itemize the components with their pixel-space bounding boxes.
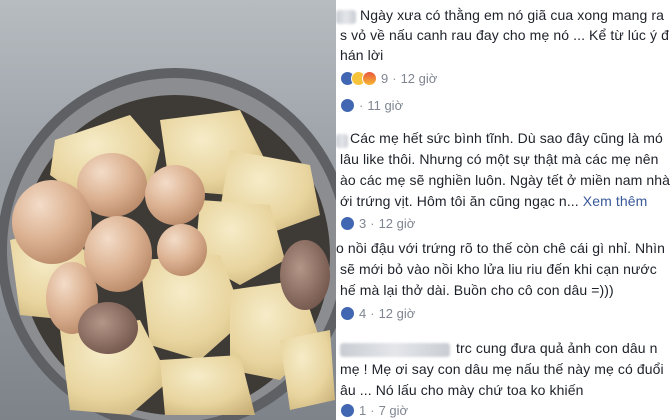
reaction-icons[interactable]	[340, 71, 377, 86]
comment-text: Các mẹ hết sức bình tĩnh. Dù sao đây cũn…	[350, 130, 663, 146]
comment-meta: 3 · 12 giờ	[340, 216, 415, 231]
comment-text: lâu like thôi. Nhưng có một sự thật mà c…	[340, 151, 659, 167]
reaction-count: 9	[381, 71, 389, 86]
commenter-name-blurred	[336, 10, 356, 24]
like-icon	[340, 216, 355, 231]
comment-meta: 4 · 12 giờ	[340, 306, 415, 321]
reaction-count: 4	[359, 306, 367, 321]
reaction-icons[interactable]	[340, 403, 355, 418]
separator-dot: ·	[392, 71, 397, 86]
reaction-count: 1	[359, 403, 367, 418]
comment-text: hán lời	[340, 47, 384, 63]
comment-meta: 1 · 7 giờ	[340, 403, 408, 418]
commenter-name-blurred	[340, 343, 450, 357]
like-icon	[340, 306, 355, 321]
comment-text: trc cung đưa quả ảnh con dâu n	[456, 340, 658, 356]
see-more-link[interactable]: Xem thêm	[583, 193, 648, 209]
comment-time[interactable]: 12 giờ	[379, 216, 416, 231]
comment-meta: 9 · 12 giờ	[340, 71, 437, 86]
comment-time[interactable]: 11 giờ	[367, 98, 403, 113]
comment-text: ới trứng vịt. Hôm tôi ăn cũng ngạc n... …	[340, 193, 647, 209]
comment-text: âu ... Nó lấu cho mày chứ toa ko khiến	[340, 382, 584, 398]
separator-dot: ·	[370, 216, 375, 231]
comment-text: sẽ mới bỏ vào nồi kho lửa liu riu đến kh…	[340, 261, 657, 277]
angry-icon	[362, 71, 377, 86]
separator-dot: ·	[359, 98, 364, 113]
reaction-icons[interactable]	[340, 216, 355, 231]
comment-text-tail: ới trứng vịt. Hôm tôi ăn cũng ngạc n...	[340, 193, 579, 209]
comment-text: s vỏ về nấu canh rau đay cho mẹ nó ... K…	[340, 27, 669, 43]
comment-text: o nồi đậu với trứng rõ to thế còn chê cá…	[336, 240, 666, 256]
comment-text: hế mà lại thở dài. Buồn cho cô con dâu =…	[340, 282, 614, 298]
comment-list: Ngày xưa có thằng em nó giã cua xong man…	[336, 0, 670, 420]
comment-meta: · 11 giờ	[340, 98, 403, 113]
like-icon	[340, 403, 355, 418]
comment-text: ào các mẹ sẽ nghiền luôn. Ngày tết ở miề…	[340, 172, 670, 188]
separator-dot: ·	[370, 306, 375, 321]
comment-text: Ngày xưa có thằng em nó giã cua xong man…	[360, 7, 665, 23]
food-photo	[0, 0, 336, 420]
comment-time[interactable]: 12 giờ	[401, 71, 438, 86]
comment-time[interactable]: 12 giờ	[379, 306, 416, 321]
commenter-name-blurred	[336, 134, 348, 148]
reaction-icons[interactable]	[340, 306, 355, 321]
comment-text: mẹ ! Mẹ ơi say con dâu mẹ nấu thế này mẹ…	[340, 361, 664, 377]
separator-dot: ·	[370, 403, 375, 418]
reaction-count: 3	[359, 216, 367, 231]
comment-time[interactable]: 7 giờ	[379, 403, 409, 418]
like-icon	[340, 98, 355, 113]
reaction-icons[interactable]	[340, 98, 355, 113]
